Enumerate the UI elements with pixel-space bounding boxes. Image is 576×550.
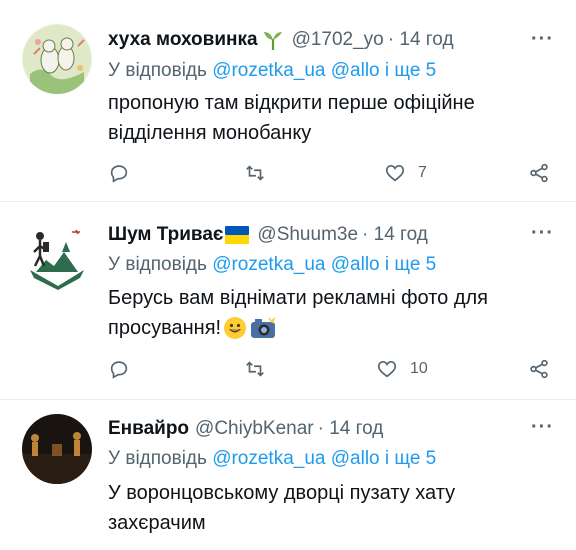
avatar-logo-text: ТРИВАЄ [44,273,73,280]
like-count: 10 [410,360,428,377]
handle[interactable]: @Shuum3e [257,224,358,246]
seedling-icon [262,29,284,51]
tweet-text-line: пропоную там відкрити перше офіційне [108,92,475,114]
display-name[interactable]: хуха моховинка [108,29,258,51]
reply-prefix: У відповідь [108,254,207,275]
more-options-icon[interactable]: ··· [531,222,554,245]
like-button[interactable]: 7 [384,162,427,184]
reply-icon [110,361,128,379]
ukraine-flag-icon [225,226,250,244]
tweet-text-line-wrap: просування! [108,313,558,343]
camera-flash-icon [250,317,276,339]
tweet-actions: 7 [108,162,558,186]
reply-button[interactable] [108,358,130,380]
display-name[interactable]: Енвайро [108,418,189,440]
tweet-text-line: У воронцовському дворці пузату хату [108,482,456,504]
like-count: 7 [418,164,427,181]
tweet-actions: 10 [108,358,558,382]
more-options-icon[interactable]: ··· [531,28,554,51]
reply-prefix: У відповідь [108,448,207,469]
tweet-header: Енвайро @ChiybKenar · 14 год [108,416,383,442]
handle[interactable]: @1702_yo [292,29,384,51]
reply-mentions-link[interactable]: @rozetka_ua @allo і ще 5 [212,60,436,81]
like-button[interactable]: 10 [376,358,428,380]
tweet-text: У воронцовському дворці пузату хату захє… [108,478,558,538]
reply-icon [110,165,128,183]
reply-mentions-link[interactable]: @rozetka_ua @allo і ще 5 [212,448,436,469]
reply-context: У відповідь @rozetka_ua @allo і ще 5 [108,254,436,276]
grinning-face-icon [223,316,247,340]
tweet-text-line: відділення монобанку [108,122,312,144]
tweet-text-line: просування! [108,317,222,339]
reply-prefix: У відповідь [108,60,207,81]
tweet-3[interactable]: Енвайро @ChiybKenar · 14 год ··· У відпо… [0,400,576,550]
tweet-text-line: захєрачим [108,512,206,534]
timestamp[interactable]: · 14 год [388,29,454,51]
tweet-1[interactable]: хуха моховинка @1702_yo · 14 год ··· У в… [0,0,576,202]
reply-mentions-link[interactable]: @rozetka_ua @allo і ще 5 [212,254,436,275]
retweet-icon [246,165,264,181]
timestamp[interactable]: · 14 год [318,418,384,440]
tweet-text: Берусь вам віднімати рекламні фото для п… [108,283,558,343]
tweet-text-line: Берусь вам віднімати рекламні фото для [108,287,489,309]
tweet-header: Шум Триває @Shuum3e · 14 год [108,222,428,248]
heart-icon [385,165,405,182]
share-button[interactable] [528,162,550,184]
avatar[interactable] [22,24,92,94]
share-icon [530,359,548,379]
heart-icon [377,361,397,378]
timestamp[interactable]: · 14 год [362,224,428,246]
retweet-button[interactable] [244,358,266,380]
tweet-text: пропоную там відкрити перше офіційне від… [108,88,558,148]
reply-button[interactable] [108,162,130,184]
reply-context: У відповідь @rozetka_ua @allo і ще 5 [108,60,436,82]
share-button[interactable] [528,358,550,380]
more-options-icon[interactable]: ··· [531,416,554,439]
retweet-icon [246,361,264,377]
tweet-header: хуха моховинка @1702_yo · 14 год [108,27,454,53]
share-icon [530,163,548,183]
tweet-2[interactable]: ТРИВАЄ Шум Триває @Shuum3e · 14 год ··· … [0,202,576,400]
retweet-button[interactable] [244,162,266,184]
display-name[interactable]: Шум Триває [108,224,223,246]
reply-context: У відповідь @rozetka_ua @allo і ще 5 [108,448,436,470]
handle[interactable]: @ChiybKenar [195,418,314,440]
avatar[interactable] [22,414,92,484]
avatar[interactable]: ТРИВАЄ [22,220,92,290]
